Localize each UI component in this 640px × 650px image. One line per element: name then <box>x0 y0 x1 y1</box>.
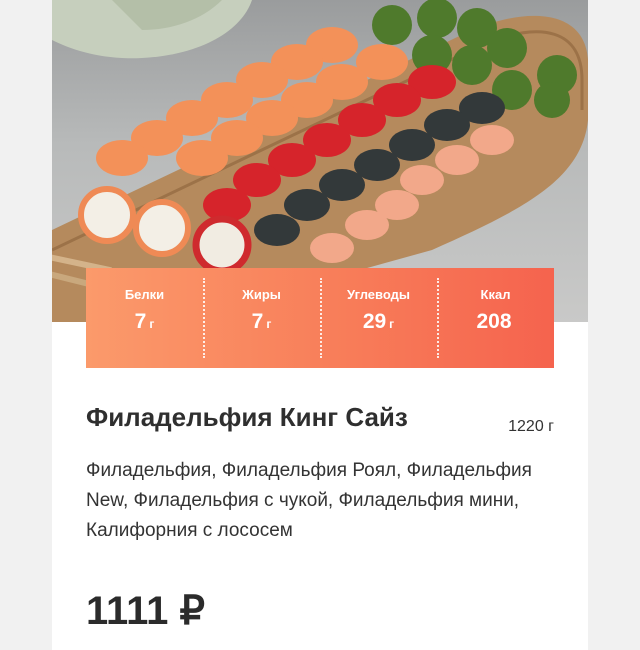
nutrition-number: 7 <box>134 310 147 333</box>
nutrition-unit: г <box>389 317 395 331</box>
nutrition-value: 29 г <box>320 310 437 336</box>
nutrition-number: 208 <box>476 310 512 333</box>
nutrition-unit: г <box>149 317 155 331</box>
product-weight: 1220 г <box>508 418 554 435</box>
nutrition-number: 29 <box>362 310 387 333</box>
nutrition-number: 7 <box>251 310 264 333</box>
nutrition-label: Углеводы <box>347 287 410 302</box>
nutrition-kcal: Ккал 208 <box>437 268 554 368</box>
nutrition-value: 7г <box>86 310 203 336</box>
nutrition-panel: Белки 7г Жиры 7г Углеводы 29 г Ккал 208 <box>86 268 554 368</box>
nutrition-carbs: Углеводы 29 г <box>320 268 437 368</box>
nutrition-fat: Жиры 7г <box>203 268 320 368</box>
nutrition-label: Ккал <box>480 287 511 302</box>
nutrition-label: Белки <box>124 287 165 302</box>
nutrition-protein: Белки 7г <box>86 268 203 368</box>
product-card[interactable]: Белки 7г Жиры 7г Углеводы 29 г Ккал 208 Ф… <box>52 0 588 650</box>
nutrition-value: 208 <box>437 310 554 336</box>
product-title: Филадельфия Кинг Сайз <box>86 402 408 432</box>
nutrition-value: 7г <box>203 310 320 336</box>
nutrition-label: Жиры <box>242 287 281 302</box>
product-price: 1111 ₽ <box>86 589 205 633</box>
product-description: Филадельфия, Филадельфия Роял, Филадельф… <box>86 460 532 541</box>
nutrition-unit: г <box>266 317 272 331</box>
